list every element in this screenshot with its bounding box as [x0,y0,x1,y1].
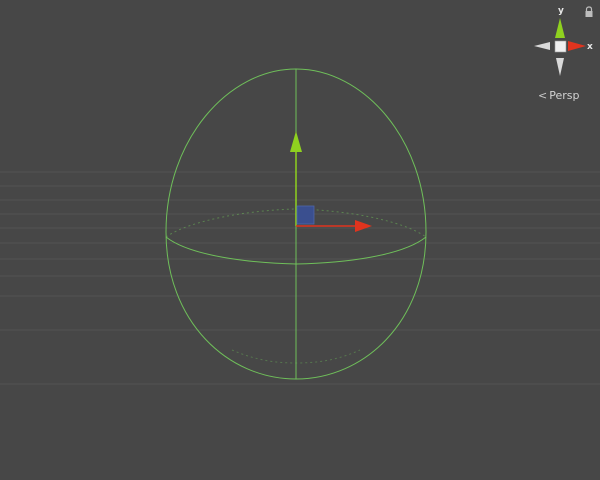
perspective-icon: < [538,89,548,102]
move-tool-handles[interactable] [290,131,372,232]
projection-toggle[interactable]: < Persp [538,89,579,103]
scene-viewport[interactable]: y x < Persp [0,0,600,480]
gizmo-neg-x-cone[interactable] [534,42,550,50]
scene-canvas[interactable] [0,0,600,480]
orientation-gizmo[interactable]: y x < Persp [528,4,596,104]
gizmo-y-label: y [558,6,564,16]
gizmo-x-label: x [587,42,593,52]
scene-grid [0,171,600,385]
projection-label: Persp [549,89,580,102]
gizmo-center-cube[interactable] [554,40,567,53]
gizmo-neg-y-cone[interactable] [556,58,564,76]
gizmo-y-cone[interactable] [555,18,565,38]
xy-plane-handle[interactable] [296,205,315,225]
gizmo-x-cone[interactable] [568,41,586,51]
lock-icon[interactable] [584,6,594,18]
